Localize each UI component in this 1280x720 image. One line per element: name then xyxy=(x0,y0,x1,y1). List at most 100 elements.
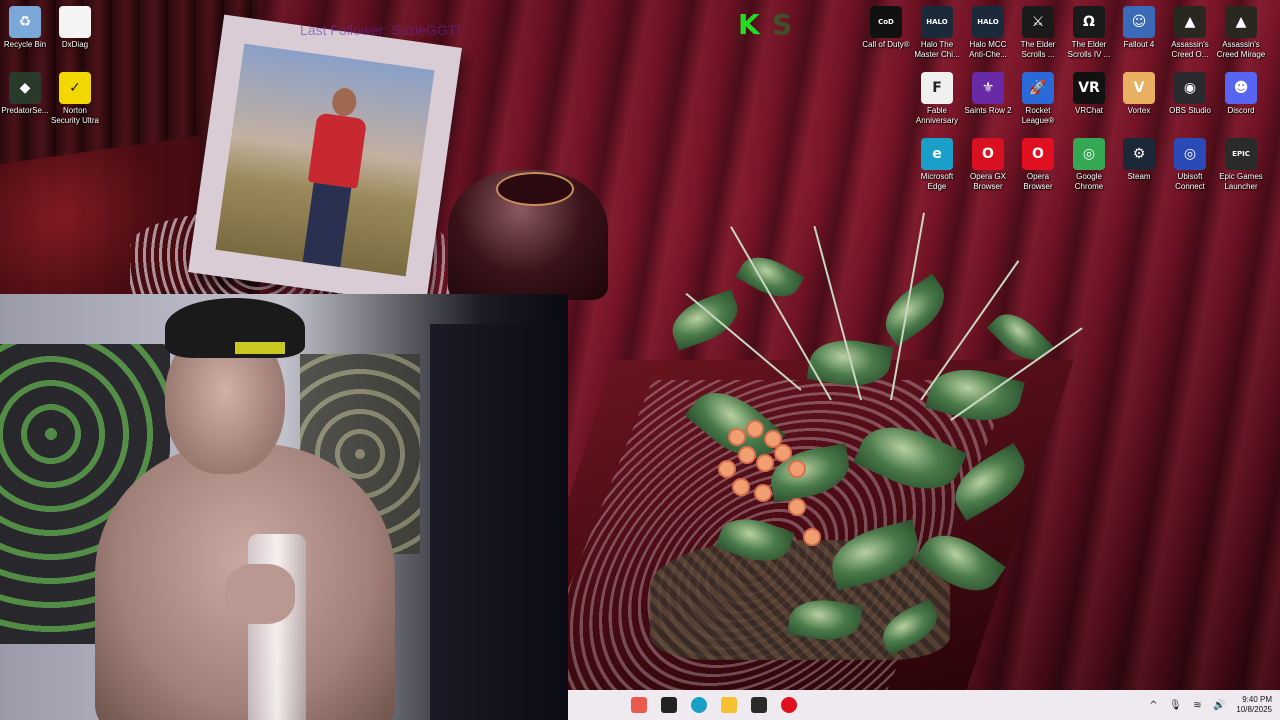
lobster-app-icon xyxy=(631,697,647,713)
kalanchoe-flower xyxy=(790,500,804,514)
photo-person-legs xyxy=(302,182,352,268)
desktop-shortcut[interactable]: ✓ Norton Security Ultra xyxy=(50,72,100,126)
desktop-shortcut[interactable]: ⚙ Steam xyxy=(1114,138,1164,182)
desktop-shortcut[interactable]: ▲ Assassin's Creed Mirage xyxy=(1216,6,1266,60)
desktop-shortcut[interactable]: Ω The Elder Scrolls IV ... xyxy=(1064,6,1114,60)
desktop-shortcut-label: Opera GX Browser xyxy=(969,172,1006,191)
edge-icon xyxy=(691,697,707,713)
saints-row-icon: ⚜ xyxy=(972,72,1004,104)
framed-photo xyxy=(215,43,435,277)
desktop-shortcut-label: Call of Duty® xyxy=(862,40,910,49)
taskbar-button[interactable] xyxy=(714,690,744,720)
webcam-doorway xyxy=(430,324,568,720)
fable-icon: F xyxy=(921,72,953,104)
kalanchoe-flower xyxy=(734,480,748,494)
rocket-league-icon: 🚀 xyxy=(1022,72,1054,104)
desktop-shortcut-label: PredatorSe... xyxy=(1,106,49,115)
call-of-duty-icon: CoD xyxy=(870,6,902,38)
taskbar-button[interactable] xyxy=(774,690,804,720)
desktop-shortcut[interactable]: ♻ Recycle Bin xyxy=(0,6,50,50)
urn-lid xyxy=(496,172,574,206)
desktop-shortcut[interactable]: ⚔ The Elder Scrolls ... xyxy=(1013,6,1063,60)
photo-person-head xyxy=(330,86,359,118)
desktop-shortcut[interactable]: ▲ Assassin's Creed O... xyxy=(1165,6,1215,60)
epic-games-icon: EPIC xyxy=(1225,138,1257,170)
plant-leaf xyxy=(874,273,956,347)
desktop-shortcut-label: The Elder Scrolls IV ... xyxy=(1067,40,1111,59)
desktop-shortcut-label: Assassin's Creed Mirage xyxy=(1216,40,1266,59)
opera-icon: O xyxy=(1022,138,1054,170)
desktop-shortcut[interactable]: ◆ PredatorSe... xyxy=(0,72,50,116)
desktop-shortcut[interactable]: CoD Call of Duty® xyxy=(861,6,911,50)
halo-anticheat-icon: HALO xyxy=(972,6,1004,38)
taskbar-button[interactable] xyxy=(744,690,774,720)
desktop-shortcut[interactable]: e Microsoft Edge xyxy=(912,138,962,192)
taskbar-clock[interactable]: 9:40 PM 10/8/2025 xyxy=(1236,695,1272,715)
desktop-shortcut[interactable]: HALO Halo MCC Anti-Che... xyxy=(963,6,1013,60)
desktop-shortcut-label: Fallout 4 xyxy=(1123,40,1155,49)
chrome-icon: ◎ xyxy=(1073,138,1105,170)
webcam-feed xyxy=(0,294,568,720)
desktop-shortcut-label: Google Chrome xyxy=(1074,172,1104,191)
desktop-shortcut[interactable]: VR VRChat xyxy=(1064,72,1114,116)
halo-mcc-icon: HALO xyxy=(921,6,953,38)
desktop-shortcut-label: Ubisoft Connect xyxy=(1175,172,1205,191)
desktop-shortcut-label: Steam xyxy=(1127,172,1151,181)
photo-frame xyxy=(188,14,462,306)
badge-letter-s: S xyxy=(772,8,793,41)
photo-person-shirt xyxy=(307,112,368,189)
stream-badge: K S xyxy=(738,8,794,41)
desktop-shortcut[interactable]: 🚀 Rocket League® xyxy=(1013,72,1063,126)
plant-leaf xyxy=(665,289,745,351)
desktop-shortcut[interactable]: ⚜ Saints Row 2 xyxy=(963,72,1013,116)
tray-overflow-chevron-icon[interactable]: ^ xyxy=(1146,698,1160,712)
desktop-shortcut[interactable]: V Vortex xyxy=(1114,72,1164,116)
desktop-shortcut-label: OBS Studio xyxy=(1169,106,1211,115)
taskbar-button[interactable] xyxy=(624,690,654,720)
desktop-shortcut-label: Opera Browser xyxy=(1023,172,1053,191)
desktop-shortcut[interactable]: DxDiag xyxy=(50,6,100,50)
plant-leaf xyxy=(986,303,1054,371)
kalanchoe-flower xyxy=(766,432,780,446)
desktop-shortcut-label: VRChat xyxy=(1074,106,1103,115)
desktop-shortcut[interactable]: EPIC Epic Games Launcher xyxy=(1216,138,1266,192)
desktop-shortcut[interactable]: F Fable Anniversary xyxy=(912,72,962,126)
desktop-shortcut[interactable]: O Opera GX Browser xyxy=(963,138,1013,192)
microphone-icon[interactable]: 🎙 xyxy=(1168,698,1182,712)
edge-icon: e xyxy=(921,138,953,170)
desktop-shortcut-label: Rocket League® xyxy=(1021,106,1055,125)
desktop-shortcut[interactable]: ◎ Google Chrome xyxy=(1064,138,1114,192)
document-icon xyxy=(59,6,91,38)
kalanchoe-flower xyxy=(720,462,734,476)
taskbar-button[interactable] xyxy=(684,690,714,720)
predator-sense-icon: ◆ xyxy=(9,72,41,104)
desktop-shortcut[interactable]: HALO Halo The Master Chi... xyxy=(912,6,962,60)
desktop-shortcut-label: DxDiag xyxy=(61,40,89,49)
desktop-shortcut-label: Assassin's Creed O... xyxy=(1171,40,1209,59)
volume-icon[interactable]: 🔊 xyxy=(1212,698,1226,712)
desktop-shortcut-label: Vortex xyxy=(1127,106,1151,115)
desktop-shortcut[interactable]: O Opera Browser xyxy=(1013,138,1063,192)
plant-leaf xyxy=(787,594,863,646)
webcam-glass-bottle xyxy=(248,534,306,720)
wifi-icon[interactable]: ≋ xyxy=(1190,698,1204,712)
taskbar-button[interactable] xyxy=(654,690,684,720)
potted-plant xyxy=(630,200,1090,670)
desktop-shortcut[interactable]: ◉ OBS Studio xyxy=(1165,72,1215,116)
desktop-shortcut[interactable]: ☺ Fallout 4 xyxy=(1114,6,1164,50)
assassins-creed-mirage-icon: ▲ xyxy=(1225,6,1257,38)
desktop-shortcut[interactable]: ◎ Ubisoft Connect xyxy=(1165,138,1215,192)
oblivion-icon: Ω xyxy=(1073,6,1105,38)
plant-leaf xyxy=(875,598,945,656)
kalanchoe-flower xyxy=(756,486,770,500)
desktop-shortcut-label: Halo The Master Chi... xyxy=(914,40,960,59)
terminal-icon xyxy=(661,697,677,713)
discord-icon: ☻ xyxy=(1225,72,1257,104)
plant-leaf xyxy=(914,521,1006,605)
desktop-shortcut-label: Discord xyxy=(1227,106,1255,115)
system-tray: ^ 🎙 ≋ 🔊 9:40 PM 10/8/2025 xyxy=(1142,690,1280,720)
plant-leaf xyxy=(715,509,795,571)
ubisoft-icon: ◎ xyxy=(1174,138,1206,170)
desktop-shortcut[interactable]: ☻ Discord xyxy=(1216,72,1266,116)
desktop-shortcut-label: Microsoft Edge xyxy=(920,172,954,191)
